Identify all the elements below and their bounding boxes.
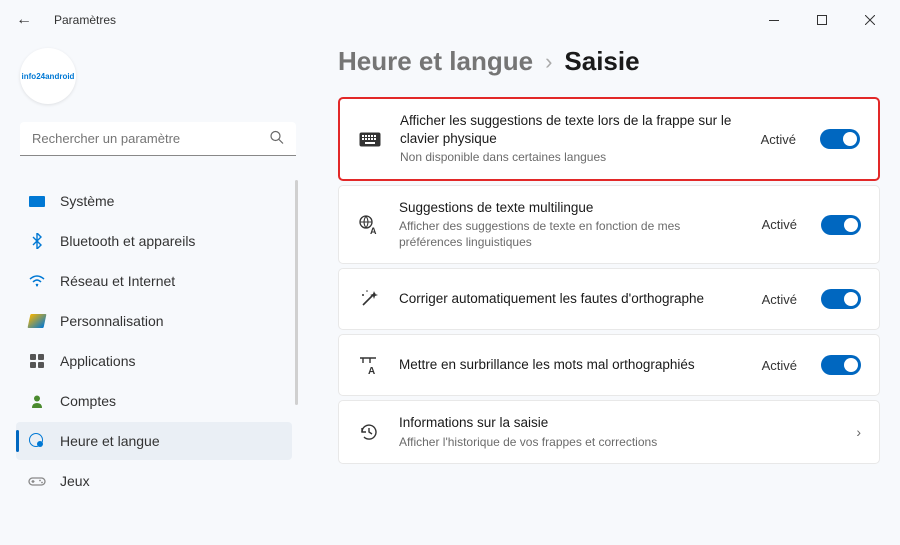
toggle-status: Activé bbox=[762, 217, 797, 232]
toggle-status: Activé bbox=[762, 292, 797, 307]
card-subtitle: Afficher l'historique de vos frappes et … bbox=[399, 435, 832, 451]
back-button[interactable]: ← bbox=[8, 7, 40, 33]
svg-text:A: A bbox=[370, 226, 377, 235]
spellcheck-icon: A bbox=[357, 355, 381, 375]
close-button[interactable] bbox=[848, 5, 892, 35]
paintbrush-icon bbox=[28, 312, 46, 330]
card-multilingual-suggestions[interactable]: A Suggestions de texte multilingue Affic… bbox=[338, 185, 880, 264]
card-physical-keyboard-suggestions[interactable]: Afficher les suggestions de texte lors d… bbox=[338, 97, 880, 181]
system-icon bbox=[28, 192, 46, 210]
nav-list: Système Bluetooth et appareils Réseau et… bbox=[14, 180, 302, 502]
maximize-button[interactable] bbox=[800, 5, 844, 35]
card-body: Mettre en surbrillance les mots mal orth… bbox=[399, 356, 744, 374]
wand-icon bbox=[357, 289, 381, 309]
person-icon bbox=[28, 392, 46, 410]
sidebar-item-label: Personnalisation bbox=[60, 313, 164, 329]
card-subtitle: Afficher des suggestions de texte en fon… bbox=[399, 219, 744, 250]
card-subtitle: Non disponible dans certaines langues bbox=[400, 150, 743, 166]
card-body: Afficher les suggestions de texte lors d… bbox=[400, 112, 743, 166]
search-box bbox=[20, 122, 296, 156]
sidebar-item-label: Réseau et Internet bbox=[60, 273, 175, 289]
search-input[interactable] bbox=[20, 122, 296, 156]
card-body: Corriger automatiquement les fautes d'or… bbox=[399, 290, 744, 308]
card-title: Corriger automatiquement les fautes d'or… bbox=[399, 290, 744, 308]
card-title: Afficher les suggestions de texte lors d… bbox=[400, 112, 743, 148]
sidebar-item-accounts[interactable]: Comptes bbox=[16, 382, 292, 420]
avatar[interactable]: info24android bbox=[20, 48, 76, 104]
sidebar-item-apps[interactable]: Applications bbox=[16, 342, 292, 380]
sidebar-item-personalization[interactable]: Personnalisation bbox=[16, 302, 292, 340]
card-title: Suggestions de texte multilingue bbox=[399, 199, 744, 217]
breadcrumb-parent[interactable]: Heure et langue bbox=[338, 46, 533, 77]
toggle-switch[interactable] bbox=[821, 215, 861, 235]
card-highlight-misspelled[interactable]: A Mettre en surbrillance les mots mal or… bbox=[338, 334, 880, 396]
card-autocorrect[interactable]: Corriger automatiquement les fautes d'or… bbox=[338, 268, 880, 330]
globe-language-icon: A bbox=[357, 215, 381, 235]
sidebar-item-system[interactable]: Système bbox=[16, 182, 292, 220]
wifi-icon bbox=[28, 272, 46, 290]
history-icon bbox=[357, 422, 381, 442]
keyboard-icon bbox=[358, 132, 382, 147]
search-icon bbox=[270, 131, 284, 148]
sidebar-item-label: Applications bbox=[60, 353, 136, 369]
sidebar-item-bluetooth[interactable]: Bluetooth et appareils bbox=[16, 222, 292, 260]
avatar-brand: info24android bbox=[22, 72, 75, 81]
chevron-right-icon: › bbox=[856, 424, 861, 440]
sidebar-item-time-language[interactable]: Heure et langue bbox=[16, 422, 292, 460]
card-title: Informations sur la saisie bbox=[399, 414, 832, 432]
minimize-button[interactable] bbox=[752, 5, 796, 35]
minimize-icon bbox=[769, 20, 779, 21]
main-content: Heure et langue › Saisie Afficher les su… bbox=[310, 40, 900, 545]
apps-icon bbox=[28, 352, 46, 370]
card-body: Suggestions de texte multilingue Affiche… bbox=[399, 199, 744, 250]
toggle-status: Activé bbox=[761, 132, 796, 147]
window-title: Paramètres bbox=[54, 13, 116, 27]
toggle-switch[interactable] bbox=[821, 289, 861, 309]
svg-text:A: A bbox=[368, 366, 375, 375]
toggle-switch[interactable] bbox=[821, 355, 861, 375]
sidebar-item-label: Comptes bbox=[60, 393, 116, 409]
sidebar-item-gaming[interactable]: Jeux bbox=[16, 462, 292, 500]
breadcrumb-current: Saisie bbox=[564, 46, 639, 77]
clock-globe-icon bbox=[28, 432, 46, 450]
bluetooth-icon bbox=[28, 232, 46, 250]
close-icon bbox=[865, 15, 875, 25]
window-controls bbox=[752, 5, 892, 35]
sidebar-item-label: Bluetooth et appareils bbox=[60, 233, 195, 249]
breadcrumb-separator-icon: › bbox=[545, 49, 552, 75]
maximize-icon bbox=[817, 15, 827, 25]
titlebar: ← Paramètres bbox=[0, 0, 900, 40]
sidebar-item-label: Heure et langue bbox=[60, 433, 160, 449]
gamepad-icon bbox=[28, 472, 46, 490]
sidebar-item-network[interactable]: Réseau et Internet bbox=[16, 262, 292, 300]
settings-cards: Afficher les suggestions de texte lors d… bbox=[338, 97, 880, 464]
card-body: Informations sur la saisie Afficher l'hi… bbox=[399, 414, 832, 450]
sidebar: info24android Système Bluetooth et appar… bbox=[0, 40, 310, 545]
toggle-status: Activé bbox=[762, 358, 797, 373]
toggle-switch[interactable] bbox=[820, 129, 860, 149]
card-typing-insights[interactable]: Informations sur la saisie Afficher l'hi… bbox=[338, 400, 880, 464]
sidebar-item-label: Système bbox=[60, 193, 114, 209]
sidebar-item-label: Jeux bbox=[60, 473, 90, 489]
titlebar-left: ← Paramètres bbox=[8, 7, 116, 33]
breadcrumb: Heure et langue › Saisie bbox=[338, 46, 880, 77]
card-title: Mettre en surbrillance les mots mal orth… bbox=[399, 356, 744, 374]
